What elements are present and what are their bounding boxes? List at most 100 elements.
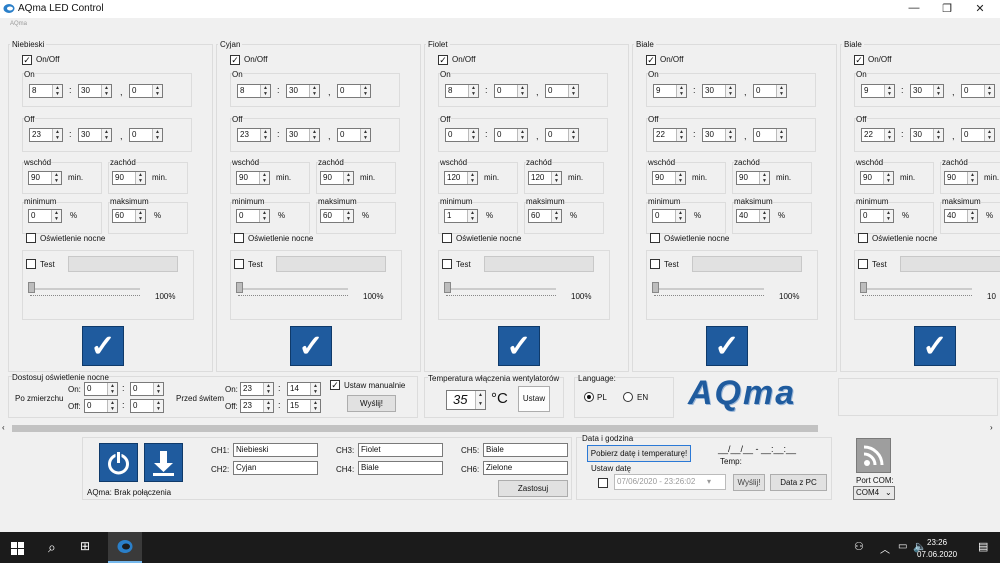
night-light-checkbox[interactable]: [442, 233, 452, 243]
maksimum-spinner[interactable]: 40 ▲ ▼: [944, 209, 978, 223]
pw-off-minute-spinner[interactable]: 15 ▲ ▼: [287, 399, 321, 413]
slider-thumb[interactable]: [652, 282, 659, 293]
slider-thumb[interactable]: [860, 282, 867, 293]
ch3-input[interactable]: Fiolet: [358, 443, 443, 457]
off-second-spinner[interactable]: 0 ▲ ▼: [753, 128, 787, 142]
test-checkbox[interactable]: [442, 259, 452, 269]
zachod-spinner[interactable]: 90 ▲ ▼: [112, 171, 146, 185]
night-light-checkbox[interactable]: [650, 233, 660, 243]
taskbar-app-aqma[interactable]: [108, 532, 142, 563]
off-hour-spinner[interactable]: 0 ▲ ▼: [445, 128, 479, 142]
off-hour-spinner[interactable]: 23 ▲ ▼: [237, 128, 271, 142]
off-minute-spinner[interactable]: 30 ▲ ▼: [910, 128, 944, 142]
download-button[interactable]: [144, 443, 183, 482]
test-checkbox[interactable]: [26, 259, 36, 269]
on-hour-spinner[interactable]: 8 ▲ ▼: [29, 84, 63, 98]
date-from-pc-button[interactable]: Data z PC: [770, 474, 827, 491]
on-second-spinner[interactable]: 0 ▲ ▼: [129, 84, 163, 98]
off-minute-spinner[interactable]: 30 ▲ ▼: [286, 128, 320, 142]
pw-on-minute-spinner[interactable]: 14 ▲ ▼: [287, 382, 321, 396]
test-checkbox[interactable]: [650, 259, 660, 269]
off-minute-spinner[interactable]: 30 ▲ ▼: [78, 128, 112, 142]
search-icon[interactable]: ⌕: [48, 539, 56, 556]
fetch-datetime-button[interactable]: Pobierz datę i temperaturę!: [587, 445, 691, 462]
apply-check-button[interactable]: ✓: [82, 326, 124, 366]
onoff-checkbox[interactable]: ✓: [646, 55, 656, 65]
language-en-radio[interactable]: [623, 392, 633, 402]
onoff-checkbox[interactable]: ✓: [854, 55, 864, 65]
calendar-dropdown-icon[interactable]: ▾: [707, 477, 711, 486]
fan-temp-spinner[interactable]: 35 ▲ ▼: [446, 390, 486, 410]
on-second-spinner[interactable]: 0 ▲ ▼: [961, 84, 995, 98]
on-second-spinner[interactable]: 0 ▲ ▼: [545, 84, 579, 98]
on-hour-spinner[interactable]: 9 ▲ ▼: [861, 84, 895, 98]
ch2-input[interactable]: Cyjan: [233, 461, 318, 475]
wschod-spinner[interactable]: 90 ▲ ▼: [652, 171, 686, 185]
off-hour-spinner[interactable]: 22 ▲ ▼: [653, 128, 687, 142]
night-light-checkbox[interactable]: [234, 233, 244, 243]
on-hour-spinner[interactable]: 8 ▲ ▼: [445, 84, 479, 98]
onoff-checkbox[interactable]: ✓: [230, 55, 240, 65]
pw-on-hour-spinner[interactable]: 23 ▲ ▼: [240, 382, 274, 396]
slider-thumb[interactable]: [444, 282, 451, 293]
clock-time[interactable]: 23:26: [927, 538, 947, 547]
on-minute-spinner[interactable]: 30 ▲ ▼: [702, 84, 736, 98]
date-send-button[interactable]: Wyślij!: [733, 474, 765, 491]
close-button[interactable]: ✕: [966, 0, 994, 16]
minimum-spinner[interactable]: 0 ▲ ▼: [652, 209, 686, 223]
ch1-input[interactable]: Niebieski: [233, 443, 318, 457]
tray-chevron-icon[interactable]: ︿: [880, 541, 890, 556]
apply-check-button[interactable]: ✓: [290, 326, 332, 366]
scroll-right-icon[interactable]: ›: [990, 423, 993, 432]
off-minute-spinner[interactable]: 0 ▲ ▼: [494, 128, 528, 142]
night-send-button[interactable]: Wyślij!: [347, 395, 396, 412]
scroll-left-icon[interactable]: ‹: [2, 423, 5, 432]
slider-thumb[interactable]: [236, 282, 243, 293]
apply-check-button[interactable]: ✓: [498, 326, 540, 366]
apply-names-button[interactable]: Zastosuj: [498, 480, 568, 497]
on-minute-spinner[interactable]: 30 ▲ ▼: [286, 84, 320, 98]
maksimum-spinner[interactable]: 60 ▲ ▼: [320, 209, 354, 223]
ps-on-minute-spinner[interactable]: 0 ▲ ▼: [130, 382, 164, 396]
off-hour-spinner[interactable]: 23 ▲ ▼: [29, 128, 63, 142]
ps-off-minute-spinner[interactable]: 0 ▲ ▼: [130, 399, 164, 413]
onoff-checkbox[interactable]: ✓: [438, 55, 448, 65]
ch6-input[interactable]: Zielone: [483, 461, 568, 475]
pw-off-hour-spinner[interactable]: 23 ▲ ▼: [240, 399, 274, 413]
task-view-icon[interactable]: ⊞: [80, 539, 90, 553]
maximize-button[interactable]: ❐: [933, 0, 961, 16]
windows-start-icon[interactable]: [11, 542, 24, 555]
night-light-checkbox[interactable]: [858, 233, 868, 243]
slider-thumb[interactable]: [28, 282, 35, 293]
clock-date[interactable]: 07.06.2020: [917, 550, 957, 559]
ps-on-hour-spinner[interactable]: 0 ▲ ▼: [84, 382, 118, 396]
test-checkbox[interactable]: [858, 259, 868, 269]
zachod-spinner[interactable]: 90 ▲ ▼: [320, 171, 354, 185]
power-button[interactable]: [99, 443, 138, 482]
minimum-spinner[interactable]: 0 ▲ ▼: [28, 209, 62, 223]
off-second-spinner[interactable]: 0 ▲ ▼: [337, 128, 371, 142]
minimum-spinner[interactable]: 0 ▲ ▼: [860, 209, 894, 223]
fan-set-button[interactable]: Ustaw: [518, 386, 550, 412]
night-light-checkbox[interactable]: [26, 233, 36, 243]
off-hour-spinner[interactable]: 22 ▲ ▼: [861, 128, 895, 142]
ch4-input[interactable]: Biale: [358, 461, 443, 475]
scrollbar-thumb[interactable]: [12, 425, 818, 432]
on-second-spinner[interactable]: 0 ▲ ▼: [337, 84, 371, 98]
notifications-icon[interactable]: ▤: [978, 540, 988, 553]
on-minute-spinner[interactable]: 30 ▲ ▼: [78, 84, 112, 98]
maksimum-spinner[interactable]: 60 ▲ ▼: [528, 209, 562, 223]
on-minute-spinner[interactable]: 0 ▲ ▼: [494, 84, 528, 98]
zachod-spinner[interactable]: 90 ▲ ▼: [944, 171, 978, 185]
off-minute-spinner[interactable]: 30 ▲ ▼: [702, 128, 736, 142]
rss-button[interactable]: [856, 438, 891, 473]
wschod-spinner[interactable]: 120 ▲ ▼: [444, 171, 478, 185]
manual-checkbox[interactable]: ✓: [330, 380, 340, 390]
apply-check-button[interactable]: ✓: [914, 326, 956, 366]
apply-check-button[interactable]: ✓: [706, 326, 748, 366]
language-pl-radio[interactable]: [584, 392, 594, 402]
maksimum-spinner[interactable]: 40 ▲ ▼: [736, 209, 770, 223]
on-minute-spinner[interactable]: 30 ▲ ▼: [910, 84, 944, 98]
ps-off-hour-spinner[interactable]: 0 ▲ ▼: [84, 399, 118, 413]
off-second-spinner[interactable]: 0 ▲ ▼: [129, 128, 163, 142]
